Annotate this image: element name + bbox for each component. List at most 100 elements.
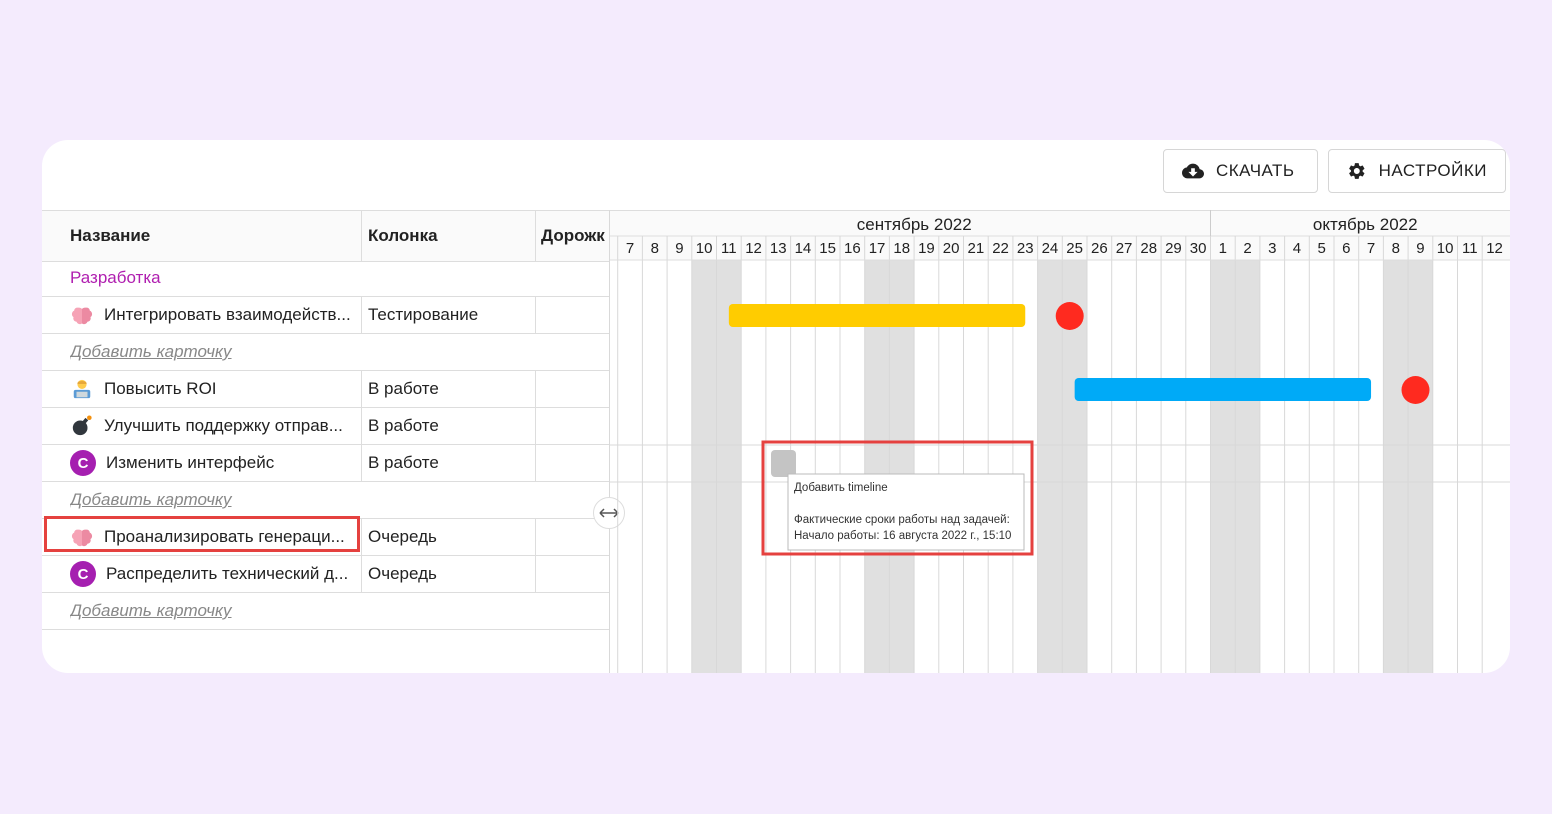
add-card-row: Добавить карточку (42, 482, 609, 519)
header-name[interactable]: Название (70, 211, 360, 261)
group-row: Разработка (42, 260, 609, 297)
day-label: 18 (893, 240, 910, 257)
header-lane[interactable]: Дорожк (541, 211, 609, 261)
deadline-marker (1401, 376, 1430, 404)
column-divider (361, 371, 362, 408)
gantt-card: СКАЧАТЬ НАСТРОЙКИ Название Колонка Дорож… (42, 140, 1510, 673)
task-name[interactable]: Повысить ROI (104, 379, 217, 399)
month-label: сентябрь 2022 (857, 215, 972, 234)
table-row[interactable]: Улучшить поддержку отправ... В работе (42, 408, 609, 445)
day-label: 1 (1219, 240, 1227, 257)
column-divider (535, 556, 536, 593)
table-row[interactable]: C Изменить интерфейс В работе (42, 445, 609, 482)
column-divider (535, 445, 536, 482)
day-label: 5 (1317, 240, 1325, 257)
column-divider[interactable] (535, 211, 536, 261)
day-label: 3 (1268, 240, 1276, 257)
day-label: 28 (1140, 240, 1157, 257)
avatar: C (70, 450, 96, 476)
task-table: Название Колонка Дорожк Разработка Интег… (42, 210, 610, 673)
day-label: 29 (1165, 240, 1182, 257)
add-card-row: Добавить карточку (42, 593, 609, 630)
timeline-bar (728, 304, 1026, 327)
day-label: 24 (1042, 240, 1059, 257)
gear-icon (1349, 163, 1365, 179)
task-column: В работе (368, 453, 439, 472)
day-label: 30 (1190, 240, 1207, 257)
gantt-svg: 6789101112131415161718192021222324252627… (610, 210, 1510, 673)
technologist-icon (70, 377, 94, 401)
day-label: 26 (1091, 240, 1108, 257)
add-card-link[interactable]: Добавить карточку (70, 601, 232, 621)
task-name[interactable]: Улучшить поддержку отправ... (104, 416, 343, 436)
timeline-bar (1074, 378, 1372, 401)
weekend-column (1383, 260, 1409, 673)
gantt-chart[interactable]: 6789101112131415161718192021222324252627… (610, 210, 1510, 673)
day-label: 9 (1416, 240, 1424, 257)
task-name[interactable]: Изменить интерфейс (106, 453, 274, 473)
day-label: 6 (1342, 240, 1350, 257)
task-name[interactable]: Распределить технический д... (106, 564, 348, 584)
settings-label: НАСТРОЙКИ (1378, 161, 1487, 180)
deadline-marker (1055, 302, 1084, 330)
download-label: СКАЧАТЬ (1216, 161, 1295, 180)
day-label: 7 (626, 240, 634, 257)
day-label: 12 (1486, 240, 1503, 257)
highlight-frame (44, 516, 360, 552)
add-card-link[interactable]: Добавить карточку (70, 342, 232, 362)
day-label: 22 (992, 240, 1009, 257)
weekend-column (1408, 260, 1433, 673)
tooltip-text: Начало работы: 16 августа 2022 г., 15:10 (794, 530, 1011, 542)
day-label: 13 (770, 240, 787, 257)
settings-button[interactable]: НАСТРОЙКИ (1328, 149, 1506, 193)
day-label: 25 (1066, 240, 1083, 257)
table-row[interactable]: Повысить ROI В работе (42, 371, 609, 408)
day-label: 11 (721, 240, 737, 257)
day-label: 27 (1116, 240, 1133, 257)
column-divider (535, 297, 536, 334)
task-column: Очередь (368, 527, 437, 546)
day-label: 9 (675, 240, 683, 257)
day-label: 4 (1293, 240, 1301, 257)
day-label: 20 (943, 240, 960, 257)
table-row[interactable]: Интегрировать взаимодейств... Тестирован… (42, 297, 609, 334)
column-divider (361, 445, 362, 482)
day-label: 15 (819, 240, 836, 257)
group-label[interactable]: Разработка (70, 268, 161, 288)
weekend-column (1235, 260, 1260, 673)
column-divider (535, 519, 536, 556)
day-label: 8 (651, 240, 659, 257)
day-label: 10 (1437, 240, 1454, 257)
day-label: 23 (1017, 240, 1034, 257)
day-label: 12 (745, 240, 762, 257)
column-divider (535, 371, 536, 408)
column-divider[interactable] (361, 211, 362, 261)
brain-icon (70, 303, 94, 327)
tooltip-text: Добавить timeline (794, 482, 888, 494)
day-label: 11 (1462, 240, 1478, 257)
task-name[interactable]: Интегрировать взаимодейств... (104, 305, 351, 325)
table-header: Название Колонка Дорожк (42, 210, 609, 262)
day-label: 14 (795, 240, 812, 257)
avatar: C (70, 561, 96, 587)
add-card-link[interactable]: Добавить карточку (70, 490, 232, 510)
column-divider (361, 519, 362, 556)
cloud-download-icon (1182, 163, 1204, 179)
add-timeline-placeholder (771, 450, 796, 477)
task-column: Тестирование (368, 305, 479, 324)
day-label: 10 (696, 240, 713, 257)
download-button[interactable]: СКАЧАТЬ (1163, 149, 1318, 193)
table-row[interactable]: C Распределить технический д... Очередь (42, 556, 609, 593)
weekend-column (691, 260, 717, 673)
task-column: Очередь (368, 564, 437, 583)
month-label: октябрь 2022 (1313, 215, 1418, 234)
bomb-icon (70, 414, 94, 438)
column-divider (361, 556, 362, 593)
day-label: 7 (1367, 240, 1375, 257)
header-column[interactable]: Колонка (368, 211, 536, 261)
day-label: 21 (968, 240, 985, 257)
task-column: В работе (368, 416, 439, 435)
tooltip-text: Фактические сроки работы над задачей: (794, 514, 1010, 526)
day-label: 2 (1243, 240, 1251, 257)
day-label: 19 (918, 240, 935, 257)
